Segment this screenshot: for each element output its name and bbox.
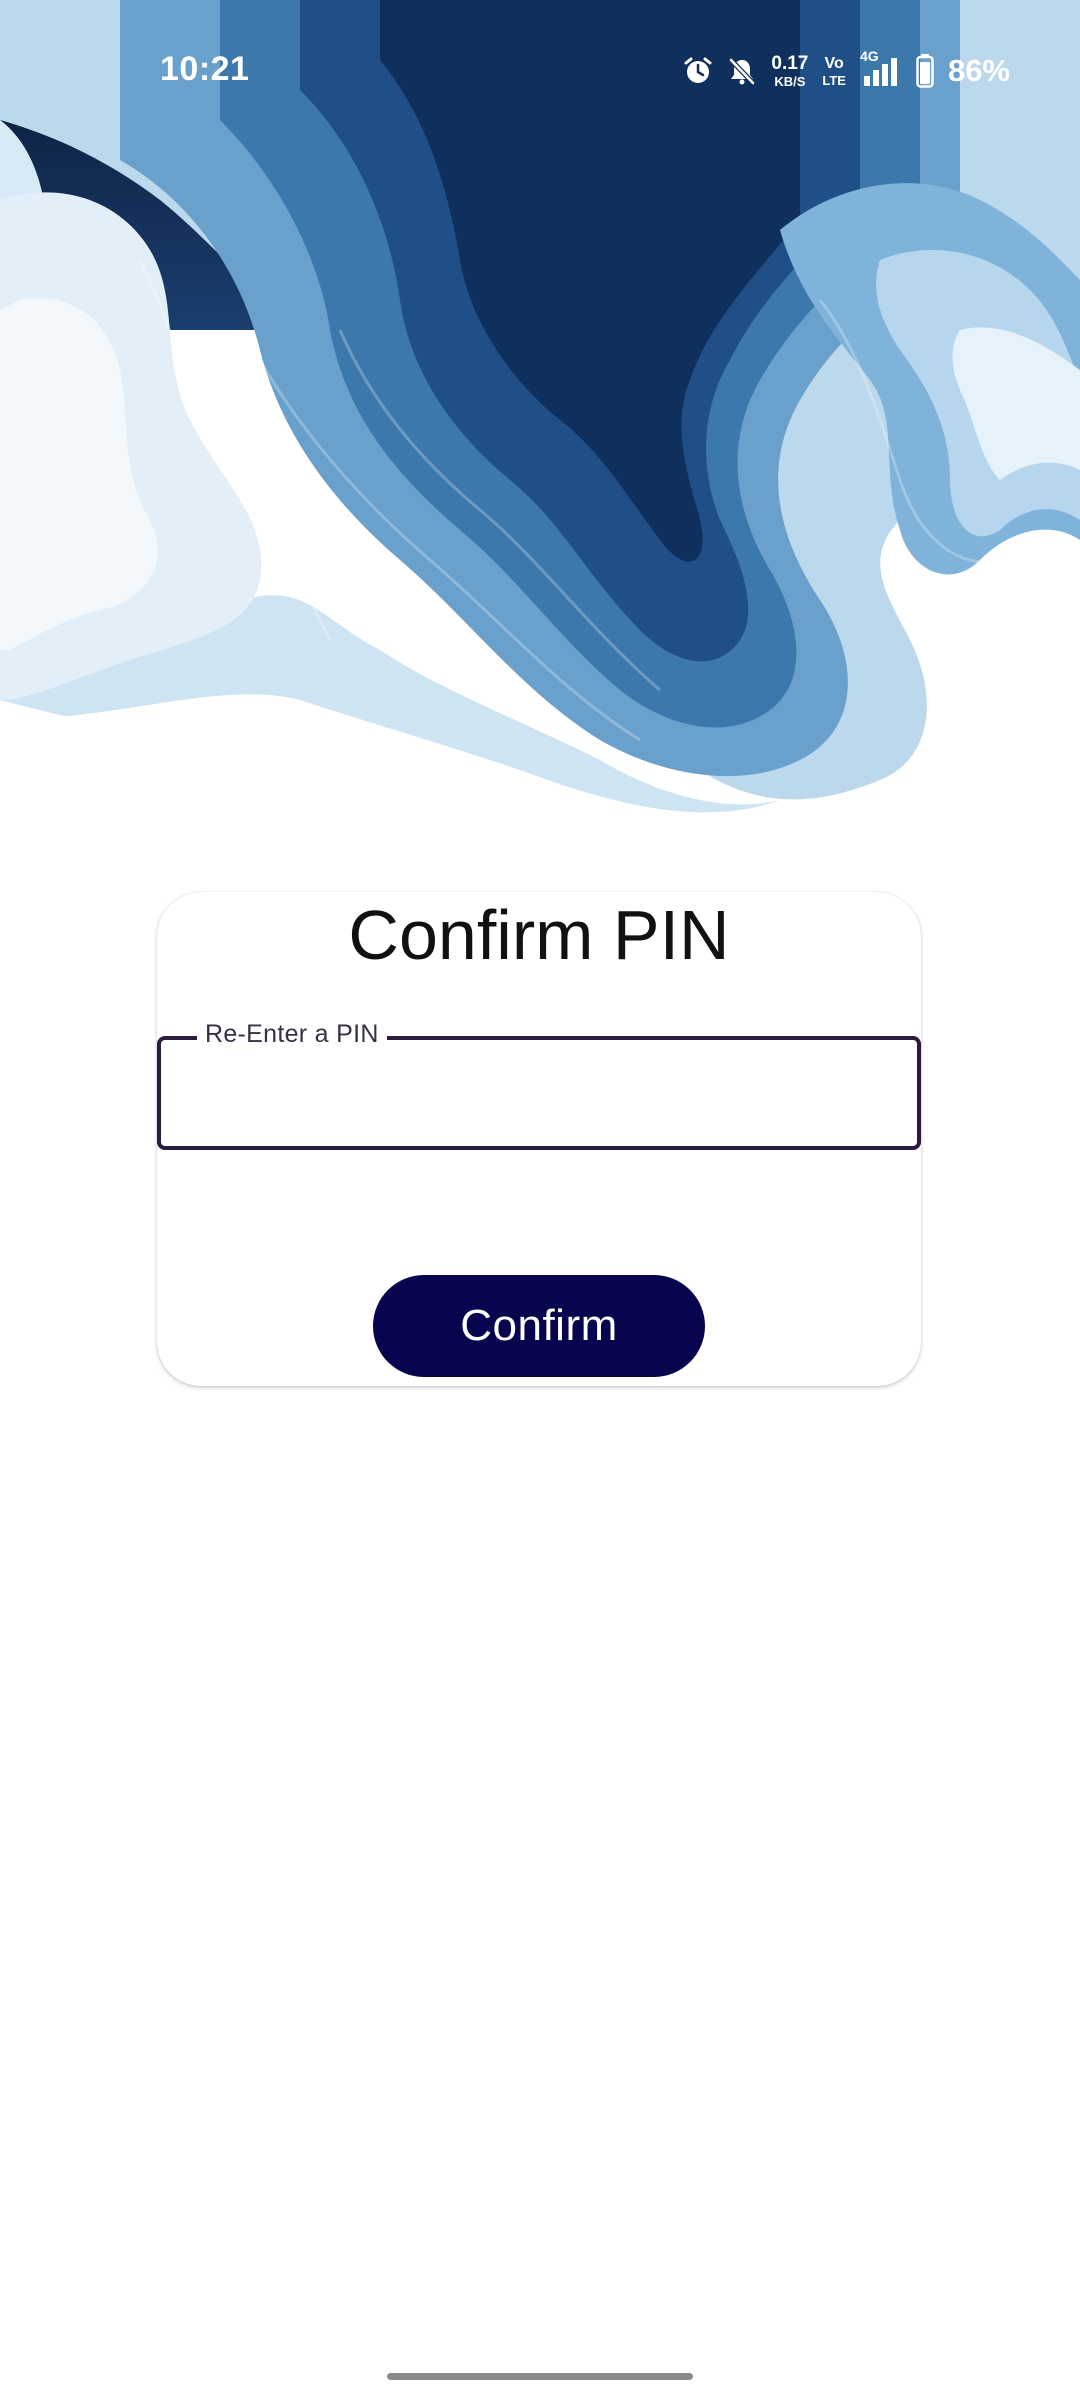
status-time: 10:21 (160, 50, 250, 88)
volte-bottom: LTE (822, 72, 846, 88)
confirm-pin-card: Confirm PIN Re-Enter a PIN Confirm (157, 892, 921, 1386)
pin-field-label: Re-Enter a PIN (197, 1020, 387, 1049)
network-speed-value: 0.17 (771, 53, 809, 74)
confirm-button[interactable]: Confirm (373, 1275, 705, 1377)
bell-muted-icon (727, 56, 757, 86)
status-bar: 10:21 0.17 KB/S Vo LTE 4G 86% (0, 0, 1080, 140)
confirm-pin-screen: 10:21 0.17 KB/S Vo LTE 4G 86% Confirm PI… (0, 0, 1080, 2400)
volte-top: Vo (824, 54, 844, 72)
pin-input[interactable] (181, 1064, 897, 1126)
page-title: Confirm PIN (157, 892, 921, 970)
volte-indicator: Vo LTE (822, 54, 846, 88)
home-indicator[interactable] (387, 2373, 693, 2380)
pin-field[interactable]: Re-Enter a PIN (157, 1020, 921, 1150)
alarm-icon (683, 56, 713, 86)
page-title-text: Confirm PIN (348, 896, 730, 974)
battery-percent: 86% (947, 53, 1010, 88)
network-speed: 0.17 KB/S (771, 54, 808, 88)
signal-icon: 4G (860, 48, 902, 88)
network-speed-unit: KB/S (774, 74, 806, 89)
battery-icon (916, 54, 934, 88)
status-icons: 0.17 KB/S Vo LTE 4G 86% (683, 48, 1010, 94)
